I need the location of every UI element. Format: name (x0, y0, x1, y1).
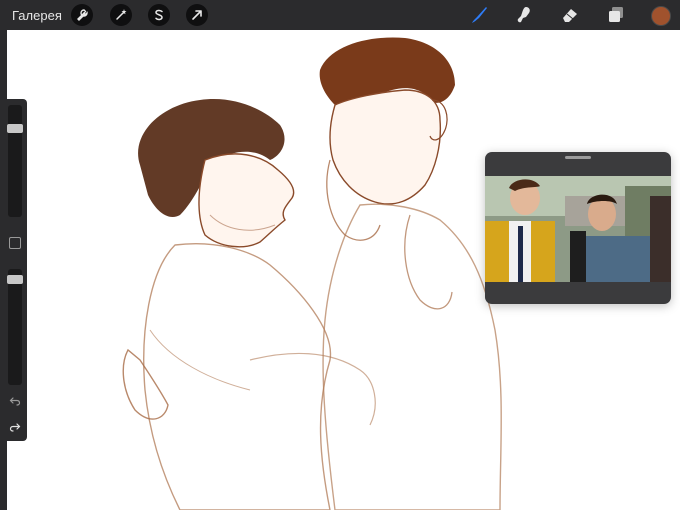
brush-icon[interactable] (468, 5, 490, 25)
magic-wand-icon[interactable] (110, 4, 132, 26)
gallery-button[interactable]: Галерея (12, 8, 62, 23)
opacity-knob[interactable] (7, 275, 23, 285)
reference-panel[interactable] (485, 152, 671, 304)
left-sidebar (3, 99, 27, 441)
opacity-slider[interactable] (7, 269, 23, 385)
smudge-icon[interactable] (513, 5, 535, 25)
undo-icon[interactable] (9, 395, 21, 407)
reference-drag-handle[interactable] (565, 156, 591, 159)
brush-size-knob[interactable] (7, 123, 23, 133)
modify-square-button[interactable] (9, 237, 21, 249)
redo-icon[interactable] (9, 421, 21, 433)
wrench-icon[interactable] (71, 4, 93, 26)
selection-s-icon[interactable] (148, 4, 170, 26)
brush-size-slider[interactable] (7, 105, 23, 217)
color-picker-swatch[interactable] (651, 6, 671, 26)
transform-arrow-icon[interactable] (186, 4, 208, 26)
top-toolbar: Галерея (0, 0, 680, 30)
layers-icon[interactable] (605, 5, 627, 25)
eraser-icon[interactable] (559, 5, 581, 25)
reference-photo (485, 176, 671, 282)
